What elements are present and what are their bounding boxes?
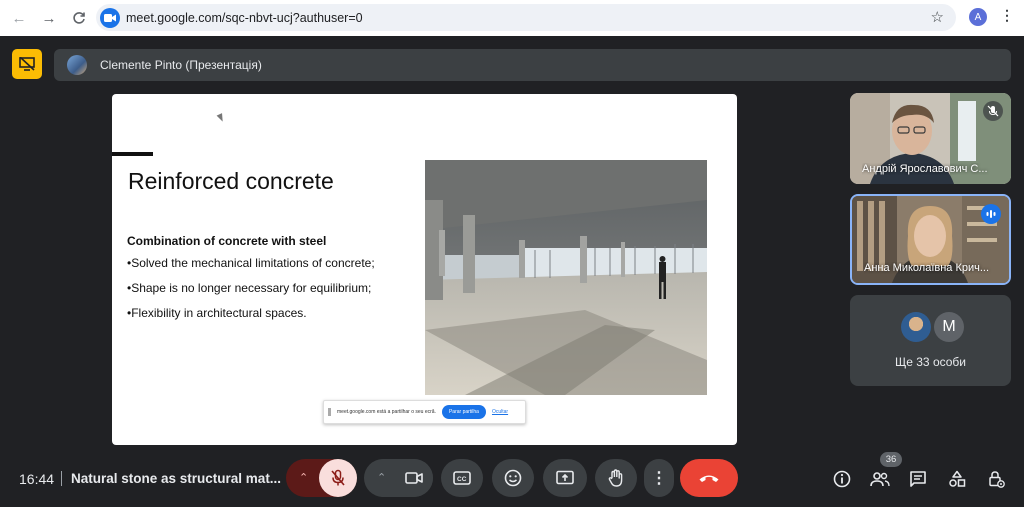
reload-button[interactable] xyxy=(64,3,94,33)
participant-name: Анна Миколаївна Крич... xyxy=(864,262,990,274)
slide-bullet: •Solved the mechanical limitations of co… xyxy=(127,256,375,270)
slide-bullet: •Flexibility in architectural spaces. xyxy=(127,306,307,320)
people-count-badge: 36 xyxy=(880,452,902,467)
raise-hand-icon xyxy=(608,469,623,487)
slide-bullet: •Shape is no longer necessary for equili… xyxy=(127,281,372,295)
chat-button[interactable] xyxy=(905,466,931,492)
arrow-right-icon: → xyxy=(41,9,57,27)
present-screen-button[interactable] xyxy=(543,459,587,497)
concrete-building-photo xyxy=(425,160,707,395)
present-icon xyxy=(556,470,574,485)
host-controls-icon xyxy=(989,471,1005,488)
profile-avatar[interactable]: A xyxy=(969,8,987,26)
more-options-button[interactable]: ⋮ xyxy=(644,459,674,497)
captions-button[interactable]: CC xyxy=(441,459,483,497)
slide-bullets: •Solved the mechanical limitations of co… xyxy=(127,256,392,331)
screen-share-notice: meet.google.com está a partilhar o seu e… xyxy=(323,400,526,424)
slide-title: Reinforced concrete xyxy=(128,168,334,194)
back-button[interactable]: ← xyxy=(4,3,34,33)
participant-name: Андрій Ярославович С... xyxy=(862,163,988,175)
more-participants-avatars: M xyxy=(901,312,964,342)
presentation-off-icon xyxy=(19,57,35,71)
browser-toolbar: ← → meet.google.com/sqc-nbvt-ucj?authuse… xyxy=(0,0,1024,36)
microphone-button[interactable] xyxy=(319,459,357,497)
captions-icon: CC xyxy=(453,471,471,485)
people-icon xyxy=(870,472,890,487)
activities-button[interactable] xyxy=(944,466,970,492)
hide-notice-link[interactable]: Ocultar xyxy=(492,409,508,415)
camera-icon xyxy=(405,472,423,484)
url-text[interactable]: meet.google.com/sqc-nbvt-ucj?authuser=0 xyxy=(126,11,363,25)
share-notice-text: meet.google.com está a partilhar o seu e… xyxy=(337,409,436,415)
speaking-indicator xyxy=(981,204,1001,224)
emoji-button[interactable] xyxy=(492,459,534,497)
more-participants-label: Ще 33 особи xyxy=(895,355,966,369)
site-info-icon[interactable] xyxy=(100,7,120,28)
host-controls-button[interactable] xyxy=(983,466,1009,492)
meeting-info-button[interactable] xyxy=(829,466,855,492)
shared-screen: Reinforced concrete Combination of concr… xyxy=(112,94,737,445)
address-bar[interactable]: meet.google.com/sqc-nbvt-ucj?authuser=0 … xyxy=(96,4,956,31)
presenter-name: Clemente Pinto (Презентація) xyxy=(100,58,262,72)
activities-icon xyxy=(949,470,966,487)
meeting-clock: 16:44 xyxy=(19,471,55,487)
presentation-toggle-button[interactable] xyxy=(12,49,42,79)
chevron-up-icon[interactable]: ⌃ xyxy=(299,471,308,484)
stop-sharing-button[interactable]: Parar partilha xyxy=(441,405,486,419)
cursor-pointer-icon xyxy=(216,113,226,123)
mic-off-icon xyxy=(987,105,999,117)
slide-accent-bar xyxy=(112,152,153,156)
arrow-left-icon: ← xyxy=(11,9,27,27)
presenter-bar: Clemente Pinto (Презентація) xyxy=(54,49,1011,81)
participant-tile[interactable]: Андрій Ярославович С... xyxy=(850,93,1011,184)
browser-menu-icon[interactable]: ⋮ xyxy=(1000,7,1014,24)
people-button[interactable] xyxy=(867,466,893,492)
info-icon xyxy=(833,470,851,488)
presenter-avatar xyxy=(67,55,87,75)
meeting-title: Natural stone as structural mat... xyxy=(71,471,282,486)
end-call-icon xyxy=(699,475,719,482)
chevron-up-icon[interactable]: ⌃ xyxy=(377,471,386,484)
star-icon[interactable]: ☆ xyxy=(931,8,944,26)
forward-button[interactable]: → xyxy=(34,3,64,33)
more-options-icon: ⋮ xyxy=(651,470,667,487)
participant-avatar xyxy=(901,312,931,342)
chat-icon xyxy=(910,471,926,487)
more-participants-tile[interactable]: M Ще 33 особи xyxy=(850,295,1011,386)
participant-letter-avatar: M xyxy=(934,312,964,342)
participant-tile-active-speaker[interactable]: Анна Миколаївна Крич... xyxy=(850,194,1011,285)
svg-text:CC: CC xyxy=(457,476,467,483)
slide-subtitle: Combination of concrete with steel xyxy=(127,234,327,248)
drag-handle-icon[interactable] xyxy=(328,408,331,416)
end-call-button[interactable] xyxy=(680,459,738,497)
mic-off-icon xyxy=(331,469,345,486)
audio-level-icon xyxy=(986,210,996,218)
bottom-bar-divider xyxy=(61,471,62,486)
camera-button[interactable] xyxy=(395,459,433,497)
muted-badge xyxy=(983,101,1003,121)
raise-hand-button[interactable] xyxy=(595,459,637,497)
reload-icon xyxy=(73,12,85,24)
emoji-icon xyxy=(504,469,522,487)
